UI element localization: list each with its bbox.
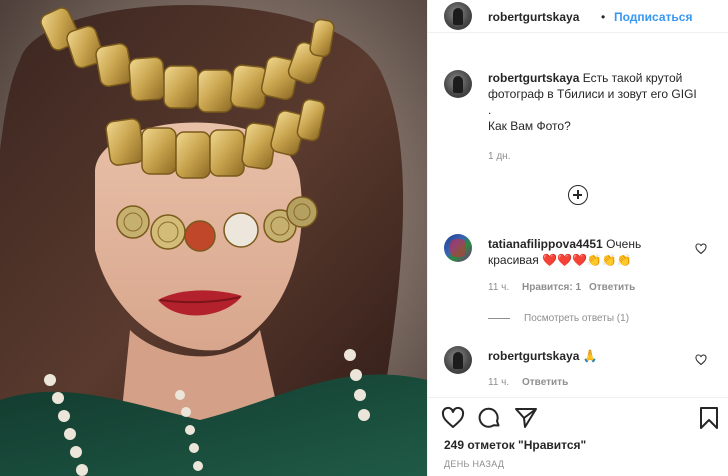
- caption-line-3: .: [488, 103, 492, 117]
- caption-username[interactable]: robertgurtskaya: [488, 71, 579, 85]
- author-username[interactable]: robertgurtskaya: [488, 10, 579, 24]
- bookmark-icon[interactable]: [697, 406, 721, 430]
- comment-avatar[interactable]: [444, 234, 472, 262]
- follow-button[interactable]: Подписаться: [614, 10, 692, 24]
- view-replies-divider: [488, 318, 510, 319]
- heart-icon[interactable]: [695, 243, 707, 255]
- reply-button[interactable]: Ответить: [522, 377, 568, 388]
- share-icon[interactable]: [514, 406, 538, 430]
- comment-line-1: Очень: [606, 237, 642, 251]
- post-photo-image: [0, 0, 427, 476]
- plus-circle-icon[interactable]: [568, 185, 588, 205]
- comment-avatar[interactable]: [444, 346, 472, 374]
- comment-icon[interactable]: [478, 406, 502, 430]
- view-replies-button[interactable]: Посмотреть ответы (1): [524, 313, 629, 324]
- post-header: robertgurtskaya • Подписаться: [428, 0, 728, 33]
- comment-emoji: 🙏: [582, 349, 598, 363]
- header-separator: •: [601, 10, 606, 24]
- comment-username[interactable]: robertgurtskaya: [488, 349, 579, 363]
- comment-text: tatianafilippova4451 Очень красивая ❤️❤️…: [488, 236, 688, 268]
- caption-text: robertgurtskaya Есть такой крутой фотогр…: [488, 70, 703, 134]
- caption-avatar[interactable]: [444, 70, 472, 98]
- comment-text: robertgurtskaya 🙏: [488, 348, 703, 364]
- comment-timestamp[interactable]: 11 ч.: [488, 377, 509, 388]
- caption-line-4: Как Вам Фото?: [488, 119, 571, 133]
- caption-line-2: фотограф в Тбилиси и зовут его GIGI: [488, 87, 697, 101]
- heart-icon[interactable]: [441, 406, 465, 430]
- comment-emoji: ❤️❤️❤️👏👏👏: [542, 253, 632, 267]
- caption-timestamp[interactable]: 1 дн.: [488, 151, 510, 162]
- comment-line-2: красивая: [488, 253, 539, 267]
- comment-likes-label: Нравится: 1: [522, 282, 582, 293]
- post-actions: 249 отметок "Нравится" ДЕНЬ НАЗАД: [428, 397, 728, 476]
- post-photo[interactable]: [0, 0, 427, 476]
- reply-button[interactable]: Ответить: [589, 282, 635, 293]
- likes-count[interactable]: 249 отметок "Нравится": [444, 438, 586, 452]
- post-sidebar: robertgurtskaya • Подписаться robertgurt…: [427, 0, 728, 476]
- post-date[interactable]: ДЕНЬ НАЗАД: [444, 459, 504, 469]
- author-avatar[interactable]: [444, 2, 472, 30]
- heart-icon[interactable]: [695, 354, 707, 366]
- comments-list[interactable]: robertgurtskaya Есть такой крутой фотогр…: [428, 34, 728, 397]
- comment-likes-count[interactable]: Нравится: 1: [522, 282, 581, 293]
- comment-username[interactable]: tatianafilippova4451: [488, 237, 603, 251]
- comment-timestamp[interactable]: 11 ч.: [488, 282, 509, 293]
- caption-line-1: Есть такой крутой: [582, 71, 683, 85]
